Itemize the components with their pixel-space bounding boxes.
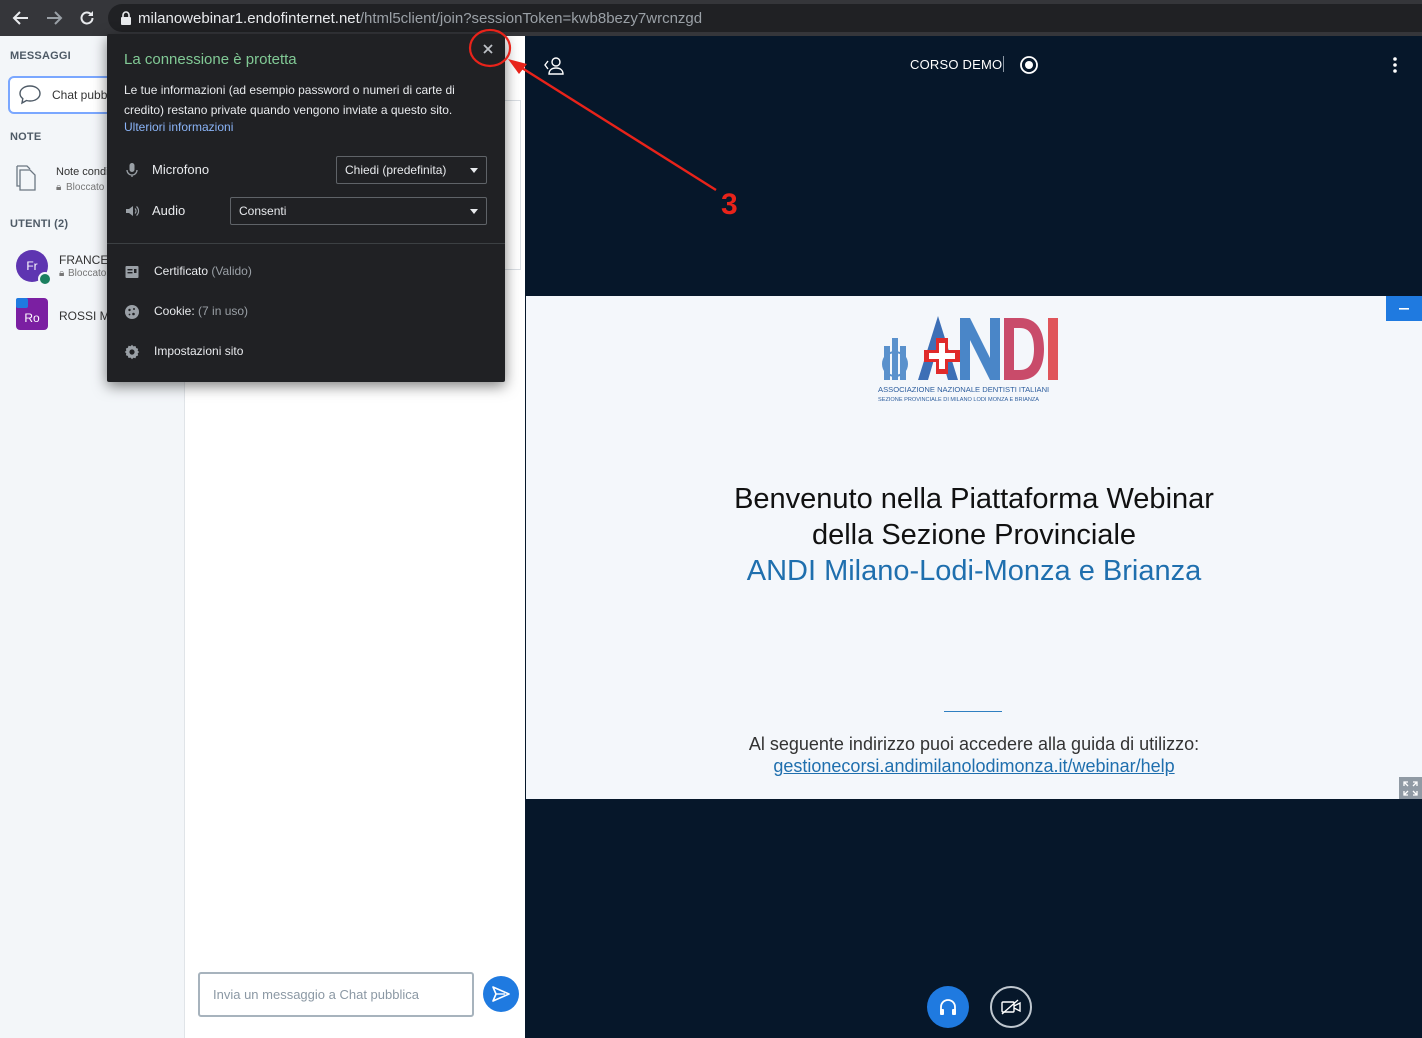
browser-toolbar: milanowebinar1.endofinternet.net/html5cl… (0, 0, 1422, 36)
logo-subtitle-1: ASSOCIAZIONE NAZIONALE DENTISTI ITALIANI (878, 385, 1049, 394)
logo-subtitle-2: SEZIONE PROVINCIALE DI MILANO LODI MONZA… (878, 397, 1039, 403)
reload-icon (80, 11, 94, 25)
slide-heading: Benvenuto nella Piattaforma Webinar dell… (526, 481, 1422, 589)
slide-heading-line: della Sezione Provinciale (811, 519, 1137, 551)
more-info-link[interactable]: Ulteriori informazioni (124, 120, 233, 134)
expand-icon (1403, 780, 1418, 796)
url-text: milanowebinar1.endofinternet.net/html5cl… (138, 10, 702, 27)
join-audio-button[interactable] (927, 986, 969, 1028)
cookie-icon (124, 304, 140, 320)
microphone-icon (124, 162, 140, 178)
record-icon (1020, 56, 1038, 74)
microphone-permission-row: Microfono Chiedi (predefinita) (124, 156, 492, 184)
certificate-label: Certificato (Valido) (154, 264, 252, 278)
chat-message-area (503, 100, 521, 270)
microphone-status-icon (38, 272, 52, 286)
andi-logo: ASSOCIAZIONE NAZIONALE DENTISTI ITALIANI… (876, 316, 1076, 408)
fullscreen-button[interactable] (1399, 777, 1422, 799)
video-off-icon (1001, 999, 1021, 1015)
popup-close-button[interactable] (479, 40, 497, 58)
slide-heading-line: ANDI Milano-Lodi-Monza e Brianza (746, 555, 1202, 587)
options-menu-button[interactable] (1385, 54, 1405, 76)
speaker-icon (124, 203, 140, 219)
caret-down-icon (470, 209, 478, 214)
avatar-initials: Ro (24, 311, 40, 325)
forward-button[interactable] (42, 6, 66, 30)
cookie-label: Cookie: (7 in uso) (154, 304, 248, 318)
minus-icon (1399, 307, 1409, 310)
audio-permission-value: Consenti (239, 204, 287, 218)
title-separator (1003, 56, 1004, 72)
presenter-icon (16, 298, 28, 308)
lock-small-icon: 🔒︎ (59, 268, 65, 279)
popup-divider (107, 243, 505, 244)
chat-input-placeholder: Invia un messaggio a Chat pubblica (213, 987, 419, 1002)
slide-guide-text: Al seguente indirizzo puoi accedere alla… (748, 734, 1200, 754)
notes-section-title: NOTE (10, 131, 42, 143)
user-status: Bloccato (68, 268, 107, 279)
annotation-number: 3 (721, 188, 738, 221)
certificate-status: (Valido) (211, 264, 252, 278)
main-presentation-area: CORSO DEMO ASSOCIAZIONE NAZIONALE DENTIS… (525, 36, 1422, 1038)
cookie-label-text: Cookie: (154, 304, 195, 318)
popup-description: Le tue informazioni (ad esempio password… (124, 83, 455, 117)
send-icon (492, 986, 510, 1002)
avatar-initials: Fr (26, 259, 38, 273)
reload-button[interactable] (75, 6, 99, 30)
headphones-icon (940, 999, 956, 1015)
back-button[interactable] (9, 6, 33, 30)
recording-indicator[interactable] (1019, 55, 1039, 75)
arrow-left-icon (12, 11, 28, 25)
meeting-title: CORSO DEMO (910, 57, 1003, 72)
site-settings-row[interactable]: Impostazioni sito (124, 341, 484, 363)
users-section-title: UTENTI (2) (10, 218, 69, 230)
certificate-icon (124, 264, 140, 280)
site-settings-label: Impostazioni sito (154, 344, 244, 358)
user-list-toggle-button[interactable] (541, 54, 565, 76)
guide-link[interactable]: gestionecorsi.andimilanolodimonza.it/web… (526, 755, 1422, 777)
address-bar[interactable]: milanowebinar1.endofinternet.net/html5cl… (108, 4, 1422, 32)
slide-heading-line: Benvenuto nella Piattaforma Webinar (734, 483, 1214, 515)
arrow-right-icon (47, 11, 63, 25)
microphone-permission-value: Chiedi (predefinita) (345, 163, 447, 177)
document-icon (16, 165, 36, 191)
user-list-toggle-icon (544, 57, 564, 75)
site-info-popup: La connessione è protetta Le tue informa… (107, 34, 505, 382)
audio-label: Audio (152, 203, 186, 218)
audio-permission-row: Audio Consenti (124, 197, 492, 225)
chat-message-input[interactable]: Invia un messaggio a Chat pubblica (198, 972, 474, 1017)
microphone-permission-select[interactable]: Chiedi (predefinita) (336, 156, 487, 184)
messages-section-title: MESSAGGI (10, 50, 71, 62)
shared-notes-locked: Bloccato (66, 182, 105, 193)
certificate-label-text: Certificato (154, 264, 209, 278)
caret-down-icon (470, 168, 478, 173)
share-webcam-button[interactable] (990, 986, 1032, 1028)
send-message-button[interactable] (483, 976, 519, 1012)
andi-logo-graphic: ASSOCIAZIONE NAZIONALE DENTISTI ITALIANI… (878, 316, 1058, 403)
gear-icon (124, 344, 140, 360)
chat-bubble-icon (19, 85, 41, 105)
cookie-status: (7 in uso) (198, 304, 249, 318)
slide-guide: Al seguente indirizzo puoi accedere alla… (526, 733, 1422, 777)
lock-small-icon: 🔒︎ (56, 182, 62, 193)
url-host: milanowebinar1.endofinternet.net (138, 9, 360, 27)
minimize-presentation-button[interactable] (1386, 296, 1422, 321)
certificate-row[interactable]: Certificato (Valido) (124, 261, 484, 283)
presentation-slide: ASSOCIAZIONE NAZIONALE DENTISTI ITALIANI… (526, 296, 1422, 799)
more-vertical-icon (1393, 57, 1397, 73)
popup-title: La connessione è protetta (124, 51, 297, 68)
slide-divider (944, 711, 1002, 712)
cookie-row[interactable]: Cookie: (7 in uso) (124, 301, 484, 323)
microphone-label: Microfono (152, 162, 210, 177)
close-icon (483, 44, 493, 54)
lock-icon[interactable] (120, 11, 132, 25)
url-path: /html5client/join?sessionToken=kwb8bezy7… (359, 9, 703, 27)
audio-permission-select[interactable]: Consenti (230, 197, 487, 225)
